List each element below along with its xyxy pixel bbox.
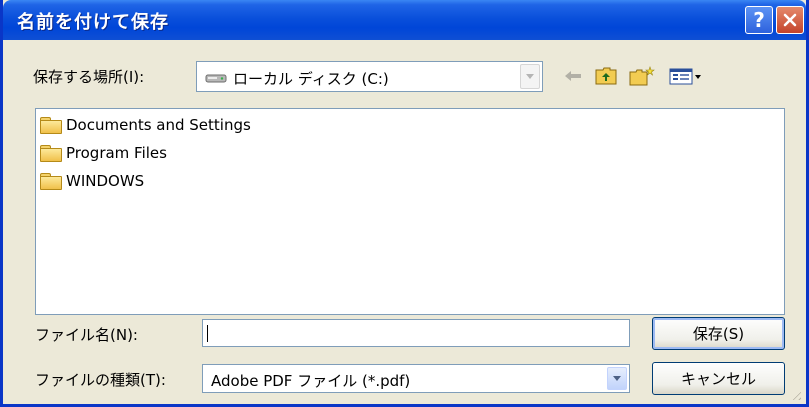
chevron-down-icon bbox=[613, 376, 621, 381]
filename-input[interactable] bbox=[202, 319, 630, 347]
folder-icon bbox=[40, 145, 62, 162]
back-button[interactable] bbox=[560, 64, 586, 88]
close-button[interactable] bbox=[776, 6, 804, 34]
filetype-label: ファイルの種類(T): bbox=[35, 371, 166, 389]
list-item-label: WINDOWS bbox=[66, 172, 145, 190]
filetype-dropdown-button[interactable] bbox=[607, 367, 627, 390]
file-list[interactable]: Documents and Settings Program Files WIN… bbox=[35, 108, 785, 315]
up-folder-button[interactable] bbox=[593, 64, 619, 88]
help-button[interactable]: ? bbox=[745, 6, 773, 34]
help-icon: ? bbox=[753, 8, 765, 32]
cancel-button-label: キャンセル bbox=[680, 370, 756, 388]
back-arrow-icon bbox=[565, 71, 581, 81]
list-item-documents-and-settings[interactable]: Documents and Settings bbox=[40, 115, 251, 135]
filetype-value: Adobe PDF ファイル (*.pdf) bbox=[211, 372, 411, 390]
location-dropdown-button[interactable] bbox=[520, 64, 540, 89]
filename-label: ファイル名(N): bbox=[35, 326, 138, 344]
location-value: ローカル ディスク (C:) bbox=[233, 70, 389, 88]
new-folder-icon bbox=[629, 66, 655, 86]
list-item-label: Program Files bbox=[66, 144, 167, 162]
resize-grip[interactable] bbox=[789, 388, 801, 400]
filetype-combo[interactable]: Adobe PDF ファイル (*.pdf) bbox=[202, 364, 630, 393]
chevron-down-icon bbox=[526, 74, 534, 79]
text-caret bbox=[207, 325, 208, 342]
location-combo[interactable]: ローカル ディスク (C:) bbox=[196, 61, 543, 92]
folder-icon bbox=[40, 117, 62, 134]
view-menu-button[interactable] bbox=[668, 64, 704, 88]
window-title: 名前を付けて保存 bbox=[17, 12, 169, 33]
save-dialog: 名前を付けて保存 ? 保存する場所(I): ローカル ディスク (C:) Doc… bbox=[0, 0, 809, 407]
up-folder-icon bbox=[595, 67, 617, 85]
view-menu-icon bbox=[669, 68, 701, 85]
save-button[interactable]: 保存(S) bbox=[652, 317, 785, 350]
cancel-button[interactable]: キャンセル bbox=[652, 362, 785, 395]
save-button-label: 保存(S) bbox=[692, 325, 745, 343]
list-item-windows[interactable]: WINDOWS bbox=[40, 171, 144, 191]
close-icon bbox=[783, 13, 797, 27]
drive-icon bbox=[205, 74, 227, 83]
folder-icon bbox=[40, 173, 62, 190]
location-label: 保存する場所(I): bbox=[33, 68, 145, 86]
list-item-label: Documents and Settings bbox=[66, 116, 251, 134]
title-bar[interactable]: 名前を付けて保存 ? bbox=[3, 0, 806, 40]
new-folder-button[interactable] bbox=[627, 64, 657, 88]
list-item-program-files[interactable]: Program Files bbox=[40, 143, 167, 163]
